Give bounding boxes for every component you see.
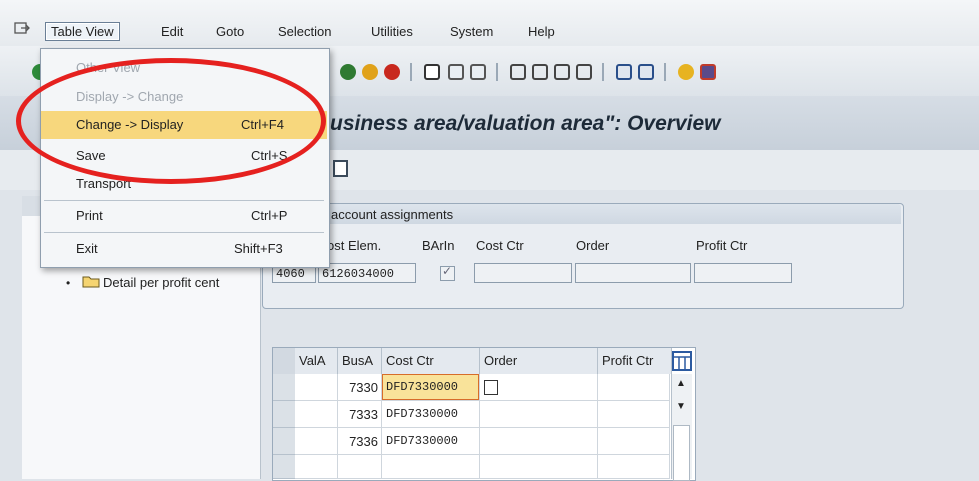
field-profit-center xyxy=(694,263,792,283)
cell-cost-center[interactable] xyxy=(382,455,480,479)
new-session-icon[interactable] xyxy=(616,64,632,80)
exit-icon[interactable] xyxy=(362,64,378,80)
folder-icon xyxy=(82,276,100,288)
field-cost-element: 6126034000 xyxy=(318,263,416,283)
help-icon[interactable] xyxy=(678,64,694,80)
cell-order[interactable] xyxy=(480,428,598,455)
menu-item-print[interactable]: Print Ctrl+P xyxy=(41,202,327,230)
label-cost-element: ost Elem. xyxy=(327,238,382,253)
shortcut-icon[interactable] xyxy=(638,64,654,80)
menu-item-display-change[interactable]: Display -> Change xyxy=(41,83,327,111)
row-selector[interactable] xyxy=(273,428,295,455)
field-cost-center xyxy=(474,263,572,283)
previous-page-icon[interactable] xyxy=(532,64,548,80)
menu-table-view[interactable]: Table View xyxy=(45,22,120,41)
column-header-order[interactable]: Order xyxy=(480,348,598,374)
column-header-cost-center[interactable]: Cost Ctr xyxy=(382,348,480,374)
cell-cost-center[interactable]: DFD7330000 xyxy=(382,401,480,428)
menu-exit-icon[interactable] xyxy=(14,22,30,36)
menu-system[interactable]: System xyxy=(450,24,493,39)
menu-utilities[interactable]: Utilities xyxy=(371,24,413,39)
menu-goto[interactable]: Goto xyxy=(216,24,244,39)
find-next-icon[interactable] xyxy=(470,64,486,80)
cell-profit-center[interactable] xyxy=(598,428,670,455)
label-order: Order xyxy=(576,238,610,253)
tree-bullet-icon: • xyxy=(66,276,71,290)
label-profit-center: Profit Ctr xyxy=(696,238,748,253)
last-page-icon[interactable] xyxy=(576,64,592,80)
menu-help[interactable]: Help xyxy=(528,24,555,39)
menu-separator xyxy=(44,232,324,233)
frame-title: account assignments xyxy=(331,207,454,222)
label-barin: BArIn xyxy=(422,238,455,253)
cancel-icon[interactable] xyxy=(384,64,400,80)
cell-busa[interactable] xyxy=(338,455,382,479)
column-header-profit-center[interactable]: Profit Ctr xyxy=(598,348,672,374)
cell-busa[interactable]: 7333 xyxy=(338,401,382,428)
toolbar-separator xyxy=(602,63,604,81)
checkmark-icon: ✓ xyxy=(442,264,453,278)
page-title: usiness area/valuation area": Overview xyxy=(330,112,721,135)
cell-order[interactable] xyxy=(480,455,598,479)
select-all-cell[interactable] xyxy=(273,348,295,374)
column-settings-icon[interactable] xyxy=(672,351,692,371)
cell-profit-center[interactable] xyxy=(598,455,670,479)
field-order xyxy=(575,263,691,283)
menu-selection[interactable]: Selection xyxy=(278,24,331,39)
menu-item-change-display[interactable]: Change -> Display Ctrl+F4 xyxy=(41,111,327,139)
row-selector[interactable] xyxy=(273,401,295,428)
cell-profit-center[interactable] xyxy=(598,401,670,428)
next-page-icon[interactable] xyxy=(554,64,570,80)
layout-icon[interactable] xyxy=(700,64,716,80)
toolbar-separator xyxy=(410,63,412,81)
cell-profit-center[interactable] xyxy=(598,374,670,401)
toolbar-separator xyxy=(496,63,498,81)
back-icon[interactable] xyxy=(340,64,356,80)
cell-busa[interactable]: 7330 xyxy=(338,374,382,401)
cell-cost-center[interactable]: DFD7330000 xyxy=(382,428,480,455)
label-cost-center: Cost Ctr xyxy=(476,238,524,253)
value-help-icon[interactable] xyxy=(484,380,498,395)
cell-vala[interactable] xyxy=(295,455,338,479)
tree-item-detail-per-profit-center[interactable]: Detail per profit cent xyxy=(103,275,219,290)
menu-edit[interactable]: Edit xyxy=(161,24,183,39)
cell-vala[interactable] xyxy=(295,401,338,428)
column-header-busa[interactable]: BusA xyxy=(338,348,382,374)
menu-bar xyxy=(0,0,979,46)
print-icon[interactable] xyxy=(424,64,440,80)
scroll-up-icon[interactable]: ▲ xyxy=(676,378,686,389)
find-icon[interactable] xyxy=(448,64,464,80)
menu-item-exit[interactable]: Exit Shift+F3 xyxy=(41,235,327,263)
menu-item-other-view[interactable]: Other View xyxy=(41,54,327,82)
row-selector[interactable] xyxy=(273,374,295,401)
toolbar-separator xyxy=(664,63,666,81)
menu-item-save[interactable]: Save Ctrl+S xyxy=(41,142,327,170)
column-header-vala[interactable]: ValA xyxy=(295,348,338,374)
cell-cost-center-focused[interactable]: DFD7330000 xyxy=(382,374,480,401)
menu-separator xyxy=(44,200,324,201)
scroll-down-icon[interactable]: ▼ xyxy=(676,401,686,412)
scrollbar-thumb[interactable] xyxy=(673,425,690,481)
first-page-icon[interactable] xyxy=(510,64,526,80)
row-selector[interactable] xyxy=(273,455,295,479)
cell-vala[interactable] xyxy=(295,374,338,401)
cell-order[interactable] xyxy=(480,401,598,428)
menu-item-transport[interactable]: Transport xyxy=(41,170,327,198)
document-icon[interactable] xyxy=(333,160,348,177)
cell-vala[interactable] xyxy=(295,428,338,455)
cell-busa[interactable]: 7336 xyxy=(338,428,382,455)
